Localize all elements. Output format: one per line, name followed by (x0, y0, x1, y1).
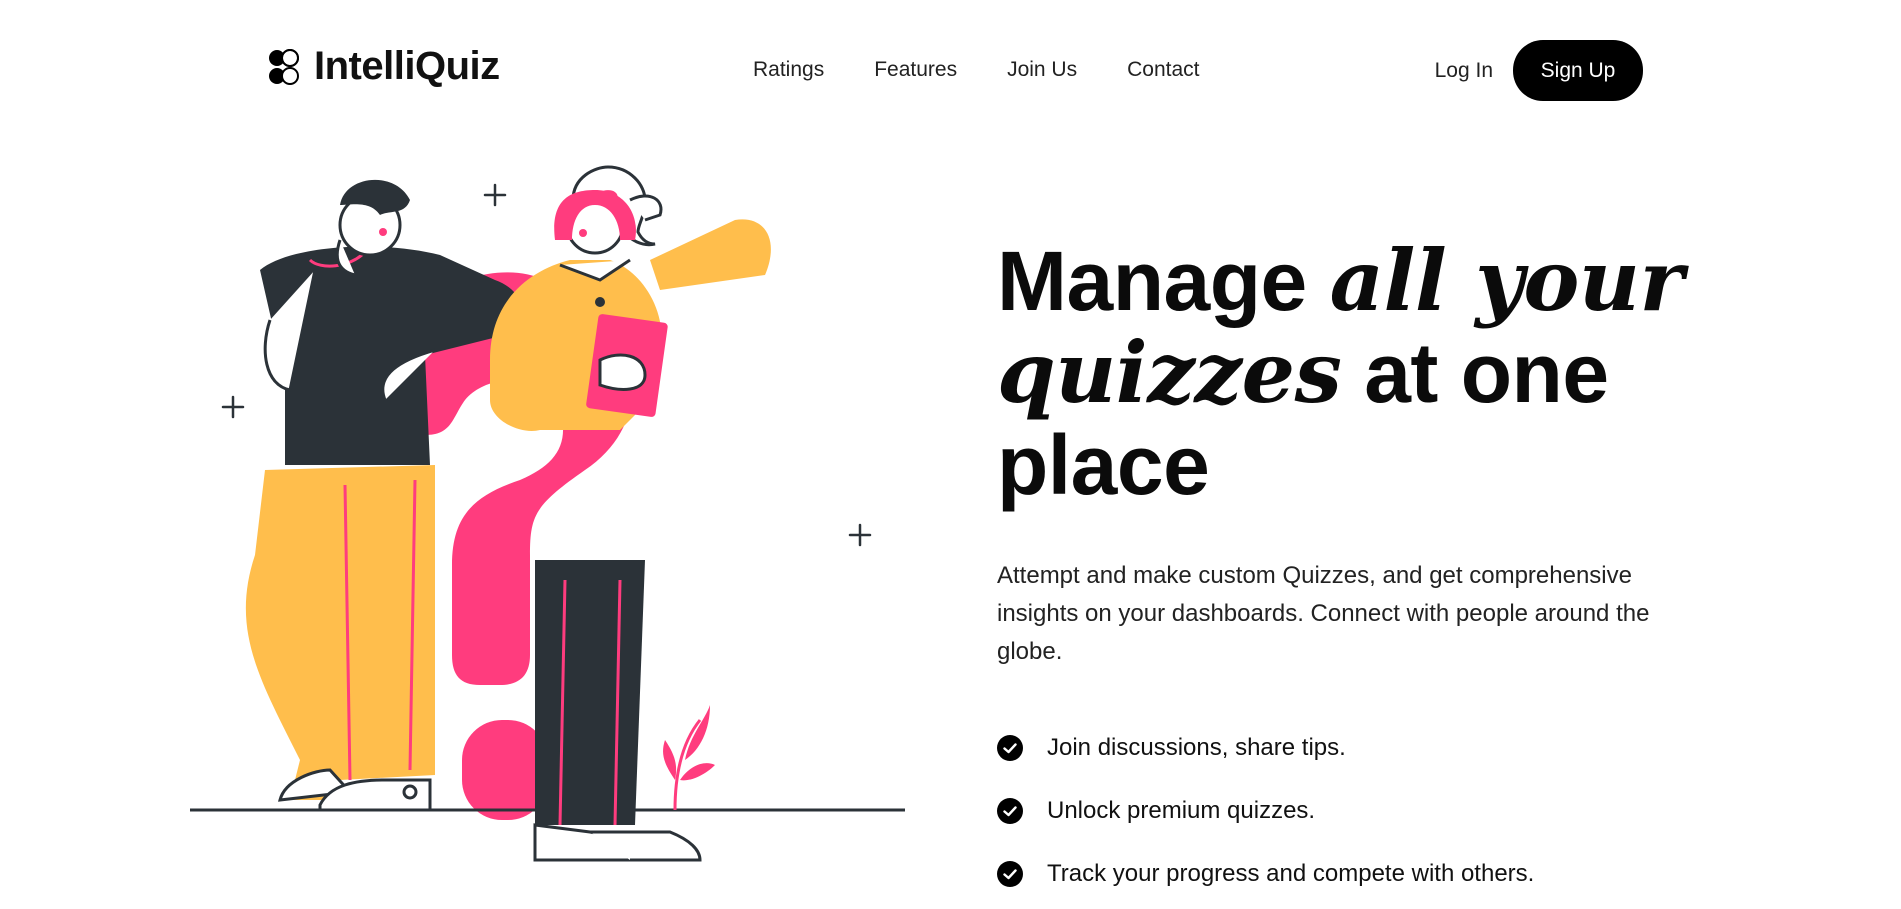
feature-text: Unlock premium quizzes. (1047, 796, 1316, 824)
hero-subtitle: Attempt and make custom Quizzes, and get… (997, 562, 1650, 665)
feature-text: Track your progress and compete with oth… (1047, 859, 1535, 887)
hero-headline: Manage all your quizzes at one place (997, 234, 1757, 512)
feature-item: Unlock premium quizzes. (997, 779, 1757, 842)
check-circle-icon (997, 797, 1023, 824)
feature-text: Join discussions, share tips. (1047, 733, 1346, 761)
hero-illustration: ? (190, 165, 905, 862)
brand[interactable]: IntelliQuiz (268, 44, 500, 89)
check-circle-icon (997, 860, 1023, 887)
feature-list: Join discussions, share tips. Unlock pre… (997, 716, 1757, 905)
signup-button[interactable]: Sign Up (1513, 40, 1643, 101)
nav-link-ratings[interactable]: Ratings (753, 58, 824, 82)
nav-link-contact[interactable]: Contact (1127, 58, 1199, 82)
brand-name: IntelliQuiz (314, 44, 500, 88)
nav-actions: Log In Sign Up (1435, 40, 1643, 101)
intelliquiz-logo-icon (269, 48, 299, 85)
feature-item: Join discussions, share tips. (997, 716, 1757, 779)
feature-item: Track your progress and compete with oth… (997, 842, 1757, 905)
man-figure (245, 179, 524, 812)
page: IntelliQuiz Ratings Features Join Us Con… (0, 0, 1901, 909)
nav-link-features[interactable]: Features (874, 58, 957, 82)
plant-decoration (663, 705, 715, 811)
hero-section: Manage all your quizzes at one place Att… (997, 235, 1757, 905)
top-nav: IntelliQuiz Ratings Features Join Us Con… (0, 0, 1901, 140)
headline-part-1: Manage (997, 234, 1330, 328)
check-circle-icon (997, 734, 1023, 761)
headline-italic-1: all your (1329, 231, 1684, 330)
headline-italic-2: quizzes (997, 323, 1342, 422)
nav-links: Ratings Features Join Us Contact (753, 58, 1199, 82)
login-link[interactable]: Log In (1435, 59, 1493, 83)
nav-link-join-us[interactable]: Join Us (1007, 58, 1077, 82)
